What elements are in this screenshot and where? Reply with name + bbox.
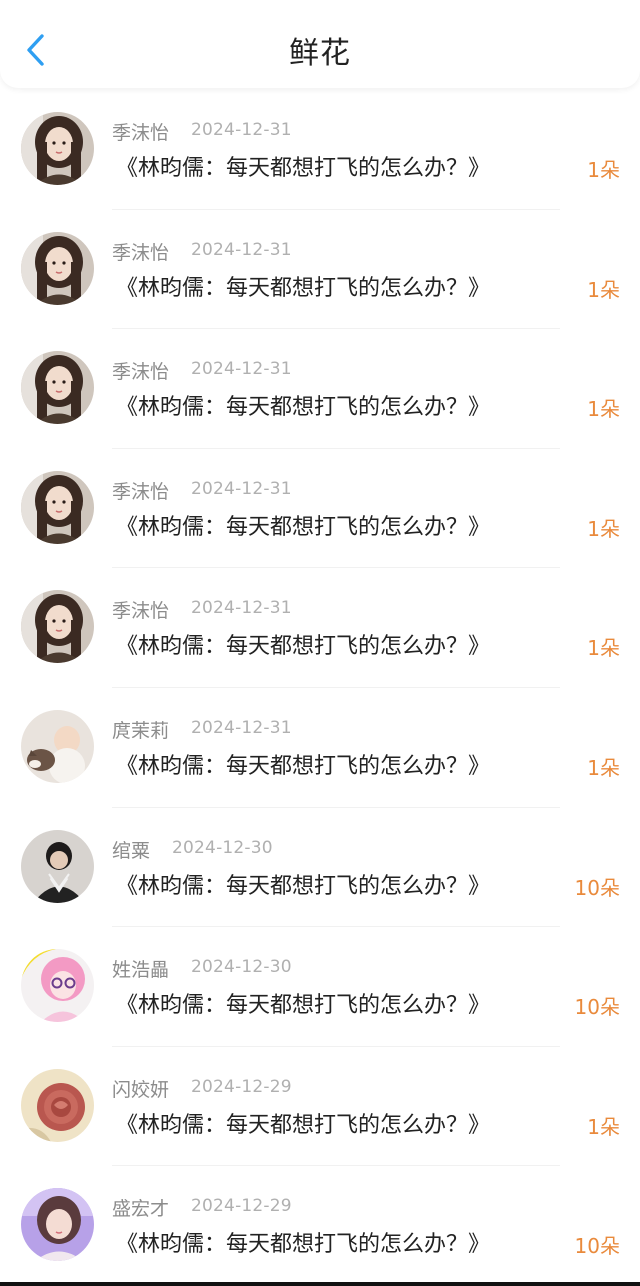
flower-count: 10朵 (574, 1234, 620, 1259)
book-title: 《林昀儒：每天都想打飞的怎么办？》 (116, 753, 491, 779)
user-name: 季沫怡 (112, 241, 170, 264)
avatar[interactable] (21, 1068, 94, 1142)
list-item[interactable]: 姓浩畾 2024-12-30 《林昀儒：每天都想打飞的怎么办？》 10朵 (0, 927, 640, 1047)
gift-date: 2024-12-31 (191, 120, 292, 140)
avatar[interactable] (21, 112, 94, 185)
avatar-girl-dark-hair (21, 351, 94, 425)
gift-date: 2024-12-31 (191, 478, 292, 499)
user-name: 闪姣妍 (112, 1078, 170, 1101)
top-bar: 鲜花 (0, 0, 640, 88)
user-name: 庹茉莉 (112, 719, 170, 742)
list-item[interactable]: 季沫怡 2024-12-31 《林昀儒：每天都想打飞的怎么办？》 1朵 (0, 210, 640, 330)
book-title: 《林昀儒：每天都想打飞的怎么办？》 (116, 395, 491, 421)
user-name: 姓浩畾 (112, 959, 170, 982)
gift-date: 2024-12-29 (191, 1076, 292, 1097)
list-item[interactable]: 盛宏才 2024-12-29 《林昀儒：每天都想打飞的怎么办？》 10朵 (0, 1166, 640, 1286)
gift-date: 2024-12-30 (172, 837, 273, 858)
avatar-girl-dark-hair (21, 112, 94, 185)
book-title: 《林昀儒：每天都想打飞的怎么办？》 (116, 634, 491, 660)
avatar[interactable] (21, 351, 94, 425)
list-item[interactable]: 绾粟 2024-12-30 《林昀儒：每天都想打飞的怎么办？》 10朵 (0, 808, 640, 928)
avatar[interactable] (21, 709, 94, 783)
list-item[interactable]: 季沫怡 2024-12-31 《林昀儒：每天都想打飞的怎么办？》 1朵 (0, 568, 640, 688)
user-name: 季沫怡 (112, 361, 170, 384)
gift-date: 2024-12-30 (191, 957, 292, 978)
avatar-rose (21, 1068, 94, 1142)
avatar[interactable] (21, 1188, 94, 1262)
avatar[interactable] (21, 470, 94, 544)
gift-date: 2024-12-29 (191, 1196, 292, 1217)
list-item[interactable]: 季沫怡 2024-12-31 《林昀儒：每天都想打飞的怎么办？》 1朵 (0, 90, 640, 210)
user-name: 季沫怡 (112, 480, 170, 503)
book-title: 《林昀儒：每天都想打飞的怎么办？》 (116, 993, 491, 1019)
bottom-edge (0, 1282, 640, 1286)
avatar[interactable] (21, 949, 94, 1023)
list-item[interactable]: 闪姣妍 2024-12-29 《林昀儒：每天都想打飞的怎么办？》 1朵 (0, 1047, 640, 1167)
list-item[interactable]: 季沫怡 2024-12-31 《林昀儒：每天都想打飞的怎么办？》 1朵 (0, 329, 640, 449)
book-title: 《林昀儒：每天都想打飞的怎么办？》 (116, 156, 491, 181)
flower-list: 季沫怡 2024-12-31 《林昀儒：每天都想打飞的怎么办？》 1朵 季沫怡 2024… (0, 90, 640, 1286)
flower-count: 1朵 (587, 277, 620, 302)
avatar[interactable] (21, 829, 94, 903)
flower-count: 1朵 (587, 755, 620, 780)
user-name: 季沫怡 (112, 122, 170, 144)
avatar-baby-dog (21, 709, 94, 783)
avatar-girl-purple (21, 1188, 94, 1262)
flower-count: 1朵 (587, 158, 620, 182)
gift-date: 2024-12-31 (191, 717, 292, 738)
avatar-girl-dark-hair (21, 231, 94, 305)
avatar-anime-pink-hair (21, 949, 94, 1023)
avatar-boy-sweater (21, 829, 94, 903)
avatar[interactable] (21, 590, 94, 664)
book-title: 《林昀儒：每天都想打飞的怎么办？》 (116, 1112, 491, 1138)
page-title: 鲜花 (289, 36, 351, 71)
user-name: 绾粟 (112, 839, 151, 862)
gift-date: 2024-12-31 (191, 239, 292, 260)
flower-count: 10朵 (574, 875, 620, 900)
gift-date: 2024-12-31 (191, 359, 292, 380)
flower-count: 1朵 (587, 397, 620, 422)
avatar-girl-dark-hair (21, 470, 94, 544)
list-item[interactable]: 庹茉莉 2024-12-31 《林昀儒：每天都想打飞的怎么办？》 1朵 (0, 688, 640, 808)
flower-count: 1朵 (587, 516, 620, 541)
user-name: 盛宏才 (112, 1198, 170, 1221)
avatar[interactable] (21, 231, 94, 305)
user-name: 季沫怡 (112, 600, 170, 623)
book-title: 《林昀儒：每天都想打飞的怎么办？》 (116, 1232, 491, 1258)
flower-count: 1朵 (587, 1114, 620, 1139)
list-item[interactable]: 季沫怡 2024-12-31 《林昀儒：每天都想打飞的怎么办？》 1朵 (0, 449, 640, 569)
book-title: 《林昀儒：每天都想打飞的怎么办？》 (116, 275, 491, 301)
flower-count: 1朵 (587, 636, 620, 661)
gift-date: 2024-12-31 (191, 598, 292, 619)
book-title: 《林昀儒：每天都想打飞的怎么办？》 (116, 873, 491, 899)
flower-count: 10朵 (574, 995, 620, 1020)
book-title: 《林昀儒：每天都想打飞的怎么办？》 (116, 514, 491, 540)
avatar-girl-dark-hair (21, 590, 94, 664)
